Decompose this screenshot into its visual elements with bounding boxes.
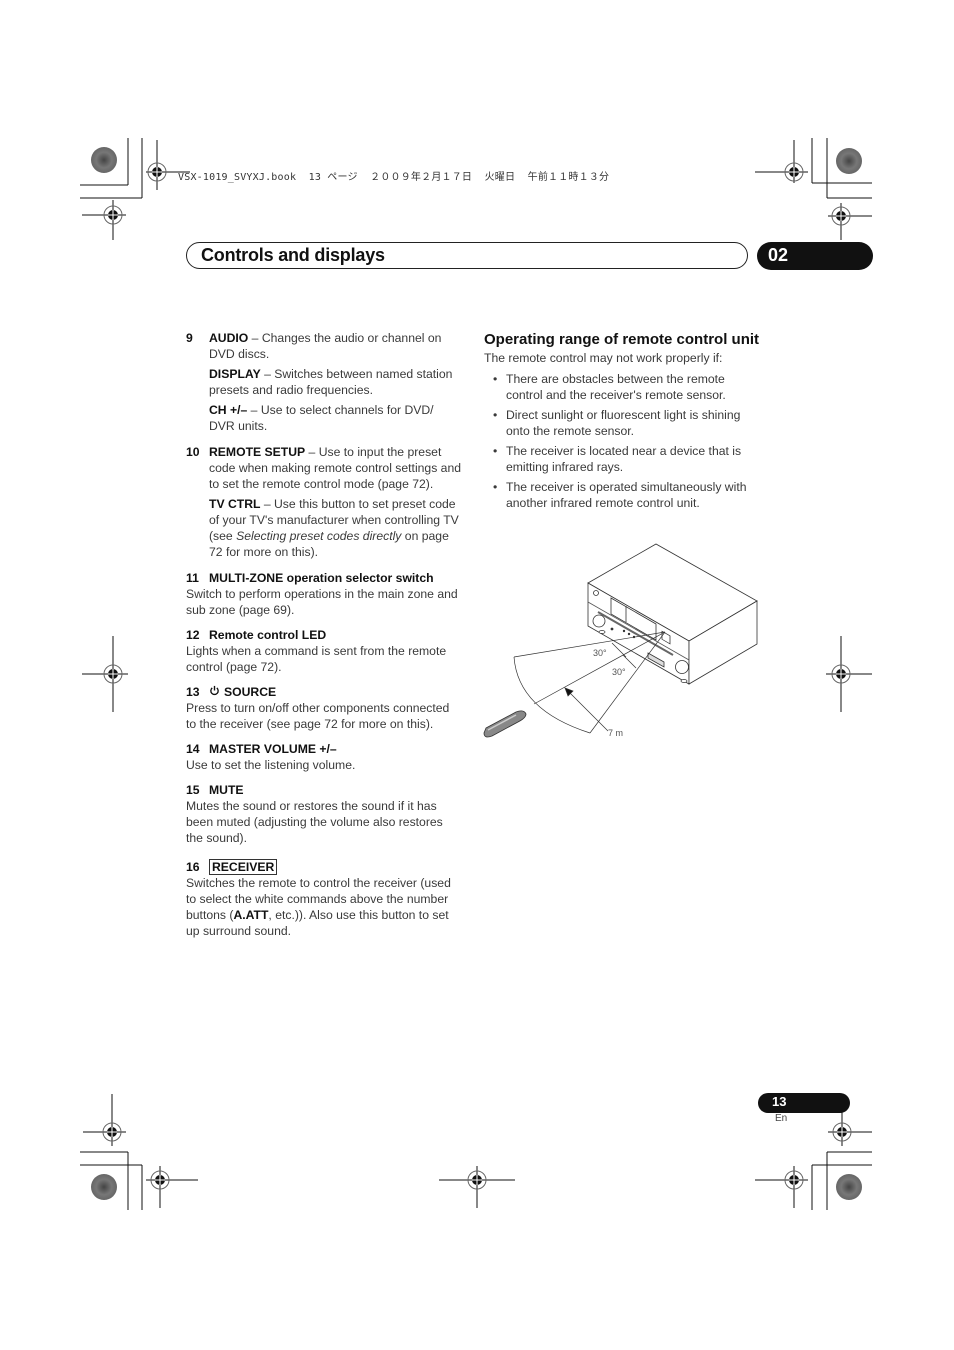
section-body: Mutes the sound or restores the sound if… bbox=[186, 799, 443, 845]
section-number: 12 bbox=[186, 628, 200, 642]
bullet-list: • There are obstacles between the remote … bbox=[484, 371, 760, 511]
section-number: 14 bbox=[186, 742, 200, 756]
list-item: • The receiver is operated simultaneously… bbox=[493, 480, 747, 510]
section-title: MASTER VOLUME +/– bbox=[209, 742, 337, 756]
registration-mark bbox=[439, 1166, 515, 1208]
color-target-top-right bbox=[836, 148, 862, 174]
right-column: Operating range of remote control unit T… bbox=[484, 330, 760, 515]
section-body: Lights when a command is sent from the r… bbox=[186, 644, 447, 674]
chapter-title-bar: Controls and displays bbox=[186, 242, 748, 269]
section-number: 11 bbox=[186, 571, 199, 585]
list-item: • Direct sunlight or fluorescent light is… bbox=[493, 408, 741, 438]
registration-mark bbox=[83, 1094, 126, 1146]
entry-ch: CH +/– – Use to select channels for DVD/… bbox=[209, 402, 462, 434]
registration-mark bbox=[755, 140, 808, 183]
section-title: MULTI-ZONE operation selector switch bbox=[209, 571, 434, 585]
registration-mark bbox=[82, 636, 128, 712]
angle-label-upper: 30° bbox=[593, 648, 607, 658]
list-item: • There are obstacles between the remote … bbox=[493, 372, 726, 402]
item-number: 10 bbox=[186, 445, 200, 459]
section-number: 16 bbox=[186, 860, 200, 874]
list-item-text: The receiver is operated simultaneously … bbox=[506, 480, 747, 510]
section-title: SOURCE bbox=[224, 685, 277, 699]
receiver-button-label: RECEIVER bbox=[209, 859, 278, 875]
list-item-text: There are obstacles between the remote c… bbox=[506, 372, 726, 402]
item-9: 9 AUDIO – Changes the audio or channel o… bbox=[186, 330, 462, 434]
section-15: 15 MUTE Mutes the sound or restores the s… bbox=[186, 782, 462, 846]
entry-remote-setup: REMOTE SETUP – Use to input the preset c… bbox=[209, 444, 462, 492]
section-body: Use to set the listening volume. bbox=[186, 758, 356, 772]
list-item: • The receiver is located near a device t… bbox=[493, 444, 742, 474]
term: DISPLAY bbox=[209, 367, 261, 381]
angle-label-lower: 30° bbox=[612, 667, 626, 677]
term: REMOTE SETUP bbox=[209, 445, 306, 459]
section-13: 13 SOURCE Press to turn on/off other com… bbox=[186, 684, 462, 732]
button-name: A.ATT bbox=[233, 908, 269, 922]
registration-mark bbox=[82, 200, 126, 240]
chapter-title: Controls and displays bbox=[201, 245, 385, 265]
intro-text: The remote control may not work properly… bbox=[484, 351, 723, 365]
page-language: En bbox=[775, 1113, 788, 1124]
section-body: Switch to perform operations in the main… bbox=[186, 587, 458, 617]
section-number: 13 bbox=[186, 685, 200, 699]
entry-display: DISPLAY – Switches between named station… bbox=[209, 366, 462, 398]
registration-mark bbox=[146, 1166, 198, 1208]
crop-marks bbox=[80, 138, 872, 1210]
term: AUDIO bbox=[209, 331, 249, 345]
remote-range-diagram: 30° 30° 7 m bbox=[483, 543, 758, 738]
section-number: 15 bbox=[186, 783, 200, 797]
power-icon bbox=[209, 684, 224, 700]
chapter-number: 02 bbox=[768, 245, 789, 265]
color-target-top-left bbox=[91, 147, 117, 173]
section-body: Press to turn on/off other components co… bbox=[186, 701, 450, 731]
color-target-bottom-right bbox=[836, 1174, 862, 1200]
cross-reference: Selecting preset codes directly bbox=[236, 529, 402, 543]
receiver-illustration bbox=[587, 543, 758, 685]
registration-mark bbox=[828, 203, 872, 240]
page-number-badge: 13 bbox=[758, 1093, 850, 1113]
distance-label: 7 m bbox=[608, 728, 623, 738]
left-column: 9 AUDIO – Changes the audio or channel o… bbox=[186, 330, 462, 948]
section-14: 14 MASTER VOLUME +/– Use to set the liste… bbox=[186, 741, 462, 773]
registration-mark bbox=[828, 1112, 872, 1146]
entry-audio: AUDIO – Changes the audio or channel on … bbox=[209, 330, 462, 362]
item-number: 9 bbox=[186, 331, 193, 345]
section-16: 16 RECEIVER Switches the remote to contro… bbox=[186, 859, 462, 939]
term: TV CTRL bbox=[209, 497, 261, 511]
chapter-number-badge: 02 bbox=[757, 242, 873, 270]
section-11: 11 MULTI-ZONE operation selector switch S… bbox=[186, 570, 462, 618]
section-heading: Operating range of remote control unit bbox=[484, 331, 760, 348]
registration-mark bbox=[755, 1166, 808, 1208]
term: CH +/– bbox=[209, 403, 248, 417]
registration-mark bbox=[826, 636, 872, 712]
page-number: 13 bbox=[772, 1094, 787, 1109]
remote-control-illustration bbox=[483, 710, 527, 738]
section-12: 12 Remote control LED Lights when a comma… bbox=[186, 627, 462, 675]
entry-tv-ctrl: TV CTRL – Use this button to set preset … bbox=[209, 496, 462, 560]
item-10: 10 REMOTE SETUP – Use to input the prese… bbox=[186, 444, 462, 560]
color-target-bottom-left bbox=[91, 1174, 117, 1200]
list-item-text: The receiver is located near a device th… bbox=[506, 444, 742, 474]
section-title: Remote control LED bbox=[209, 628, 327, 642]
section-title: MUTE bbox=[209, 783, 244, 797]
print-header: VSX-1019_SVYXJ.book 13 ページ ２００９年２月１７日 火曜… bbox=[178, 172, 610, 183]
list-item-text: Direct sunlight or fluorescent light is … bbox=[506, 408, 741, 438]
section-body: Switches the remote to control the recei… bbox=[186, 875, 462, 939]
